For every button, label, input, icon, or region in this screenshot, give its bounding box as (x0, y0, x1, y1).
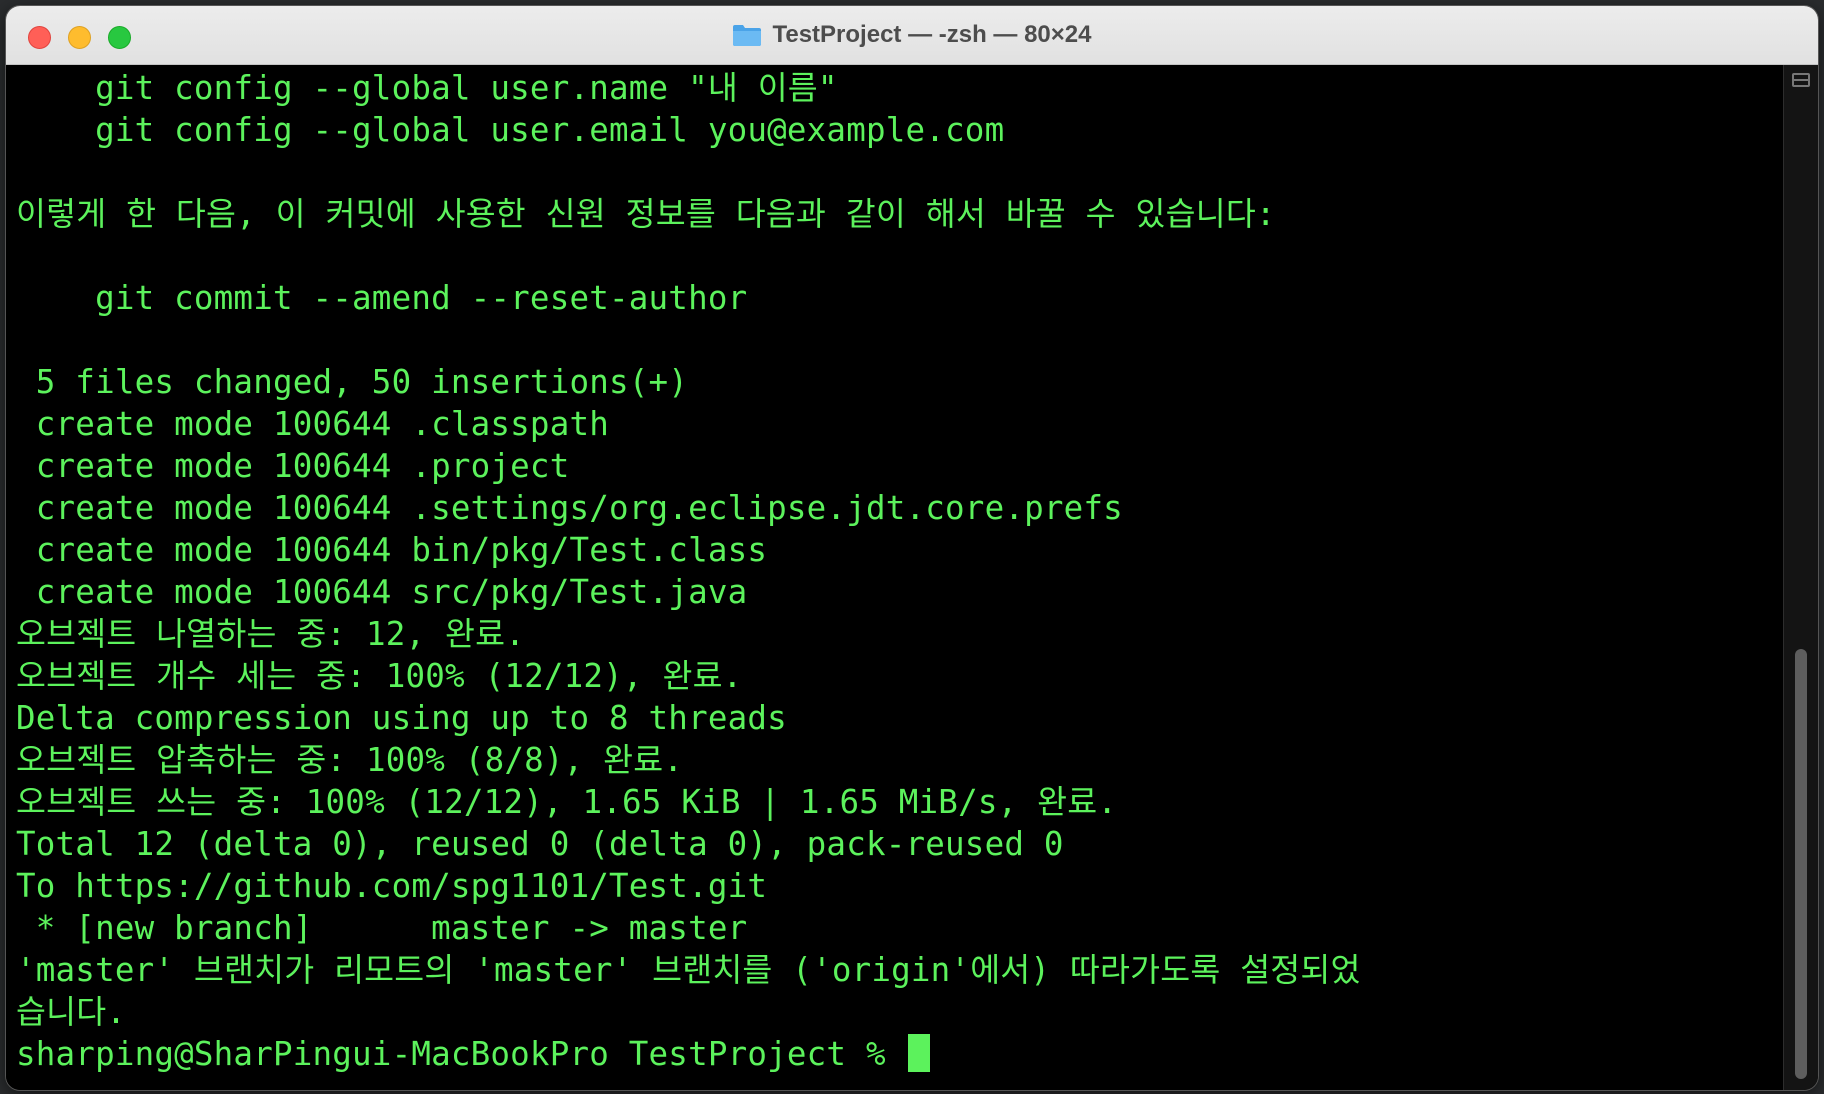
output-line: 오브젝트 나열하는 중: 12, 완료. (16, 615, 526, 653)
output-line: create mode 100644 src/pkg/Test.java (16, 573, 748, 611)
output-line: Delta compression using up to 8 threads (16, 699, 787, 737)
output-line: git config --global user.name "내 이름" (16, 69, 838, 107)
output-line: create mode 100644 .settings/org.eclipse… (16, 489, 1123, 527)
output-line: git commit --amend --reset-author (16, 279, 748, 317)
window-title-group: TestProject — -zsh — 80×24 (6, 6, 1818, 64)
title-bar[interactable]: TestProject — -zsh — 80×24 (6, 6, 1818, 65)
scrollbar-thumb[interactable] (1795, 649, 1807, 1079)
output-line: To https://github.com/spg1101/Test.git (16, 867, 768, 905)
output-line: create mode 100644 .classpath (16, 405, 609, 443)
output-line: 오브젝트 압축하는 중: 100% (8/8), 완료. (16, 741, 684, 779)
prompt-line[interactable]: sharping@SharPingui-MacBookPro TestProje… (16, 1033, 1361, 1075)
shell-prompt: sharping@SharPingui-MacBookPro TestProje… (16, 1035, 906, 1073)
output-line: 습니다. (16, 993, 127, 1031)
output-line: git config --global user.email you@examp… (16, 111, 1005, 149)
text-cursor (907, 1034, 930, 1072)
window-title: TestProject — -zsh — 80×24 (772, 21, 1092, 48)
output-line: 'master' 브랜치가 리모트의 'master' 브랜치를 ('origi… (16, 951, 1361, 989)
output-line: * [new branch] master -> master (16, 909, 748, 947)
output-line: 5 files changed, 50 insertions(+) (16, 363, 689, 401)
output-line: 오브젝트 개수 세는 중: 100% (12/12), 완료. (16, 657, 743, 695)
output-line: create mode 100644 .project (16, 447, 570, 485)
terminal-output: git config --global user.name "내 이름" git… (16, 67, 1361, 1075)
split-pane-icon[interactable] (1792, 73, 1810, 87)
folder-icon (733, 25, 762, 46)
output-line: create mode 100644 bin/pkg/Test.class (16, 531, 768, 569)
output-line: Total 12 (delta 0), reused 0 (delta 0), … (16, 825, 1064, 863)
output-line: 이렇게 한 다음, 이 커밋에 사용한 신원 정보를 다음과 같이 해서 바꿀 … (16, 195, 1276, 233)
terminal-content[interactable]: git config --global user.name "내 이름" git… (6, 65, 1784, 1090)
terminal-window: TestProject — -zsh — 80×24 git config --… (6, 6, 1818, 1090)
scrollbar[interactable] (1783, 65, 1818, 1090)
output-line: 오브젝트 쓰는 중: 100% (12/12), 1.65 KiB | 1.65… (16, 783, 1118, 821)
